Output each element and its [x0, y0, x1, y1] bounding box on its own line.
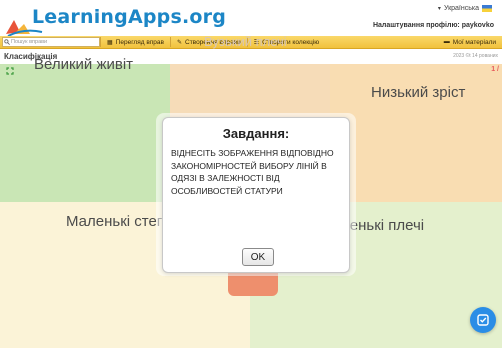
category-label-top-center: Вузький плечі [204, 34, 287, 49]
language-label: Українська [443, 5, 479, 12]
grid-icon: ▦ [107, 39, 113, 46]
flag-icon [482, 5, 492, 12]
check-icon [477, 314, 489, 326]
logo[interactable]: LearningApps.org [4, 4, 226, 38]
browse-label: Перегляд вправ [115, 38, 164, 46]
my-materials-link[interactable]: ▬ Мої матеріали [444, 39, 496, 46]
site-header: LearningApps.org ▾ Українська Налаштуван… [0, 0, 502, 38]
expand-icon[interactable] [6, 67, 14, 75]
folder-icon: ▬ [443, 39, 450, 45]
language-selector[interactable]: ▾ Українська [438, 5, 492, 12]
category-label-top-right: Низький зріст [371, 84, 466, 101]
profile-settings-link[interactable]: Налаштування профілю: paykovko [373, 22, 494, 29]
app-info: 2023 ©t 14 рованих [453, 53, 498, 59]
category-zone-top-left[interactable] [0, 64, 170, 202]
task-dialog: Завдання: ВІДНЕСІТЬ ЗОБРАЖЕННЯ ВІДПОВІДН… [162, 117, 350, 273]
browse-exercises-link[interactable]: ▦ Перегляд вправ [100, 37, 170, 47]
search-placeholder: Пошук вправи [11, 39, 48, 45]
search-input[interactable]: Пошук вправи [2, 37, 100, 47]
my-materials-label: Мої матеріали [452, 38, 496, 46]
logo-text: LearningApps.org [32, 6, 227, 28]
pencil-icon: ✎ [176, 39, 183, 46]
ok-button[interactable]: OK [242, 248, 274, 266]
progress-counter: 1 / [491, 66, 499, 73]
search-icon [4, 39, 10, 45]
category-label-top-left: Великий живіт [34, 56, 134, 73]
chevron-down-icon: ▾ [437, 6, 441, 12]
check-button[interactable] [470, 307, 496, 333]
dialog-title: Завдання: [222, 126, 290, 141]
dialog-text: ВІДНЕСІТЬ ЗОБРАЖЕННЯ ВІДПОВІДНО ЗАКОНОМІ… [171, 148, 334, 197]
page: LearningApps.org ▾ Українська Налаштуван… [0, 0, 502, 348]
